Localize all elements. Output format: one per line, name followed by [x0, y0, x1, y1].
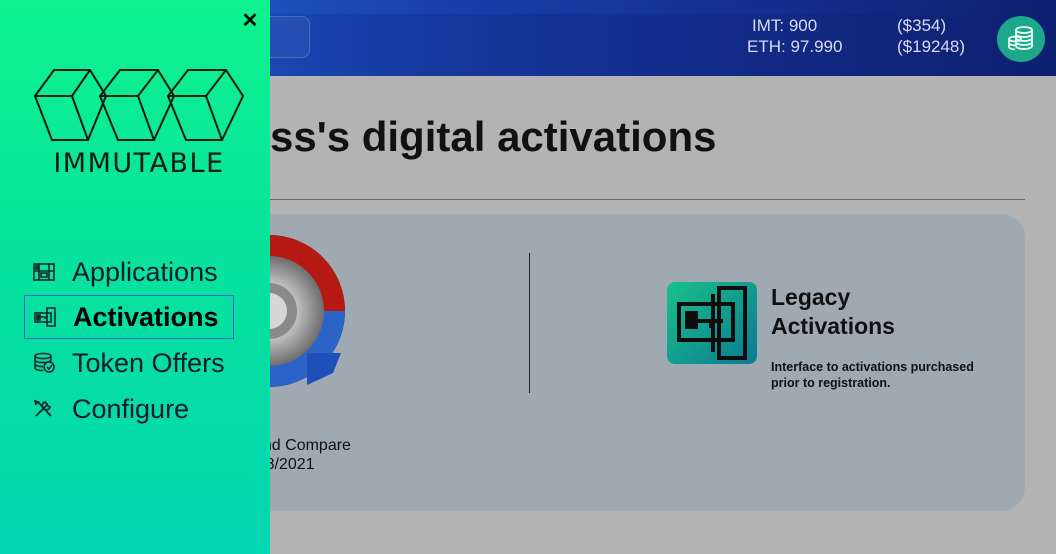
app-name: ond Compare [270, 437, 365, 455]
activations-icon [33, 305, 57, 329]
sidebar-item-applications[interactable]: Applications [24, 250, 234, 294]
sidebar-item-label: Configure [72, 393, 190, 424]
heading-divider [270, 199, 1025, 200]
legacy-activations-description: Interface to activations purchased prior… [771, 360, 974, 390]
coin-stack-icon [1008, 26, 1033, 51]
sidebar-item-configure[interactable]: Configure [24, 387, 234, 431]
imt-usd-value: ($354) [897, 16, 947, 35]
legacy-title-line2: Activations [771, 313, 895, 339]
token-offers-icon [32, 351, 56, 375]
eth-balance: ETH: 97.990 [747, 37, 843, 56]
configure-icon [32, 397, 56, 421]
legacy-title-line1: Legacy [771, 284, 851, 310]
app-expiry: es 4/28/2021 [270, 456, 365, 474]
wallet-button[interactable] [997, 16, 1045, 62]
close-icon[interactable]: ✕ [240, 10, 260, 32]
card-divider [529, 253, 530, 393]
applications-icon [32, 260, 56, 284]
eth-usd-value: ($19248) [897, 37, 966, 56]
legacy-activations-title[interactable]: Legacy Activations [771, 283, 895, 341]
sidebar-item-activations[interactable]: Activations [24, 295, 234, 339]
beyond-compare-icon [270, 235, 345, 387]
app-name-text: ond Compare [270, 437, 351, 454]
logo-text: IMMUTABLE [53, 148, 224, 178]
sidebar-item-label: Applications [72, 256, 218, 287]
sidebar-item-label: Activations [73, 301, 219, 332]
app-activation-tile[interactable] [270, 233, 382, 403]
imt-balance: IMT: 900 [752, 16, 818, 35]
sidebar-item-token-offers[interactable]: Token Offers [24, 341, 234, 385]
immutable-logo: IMMUTABLE [33, 69, 245, 178]
legacy-activations-button[interactable] [667, 282, 757, 364]
page-title: ss's digital activations [270, 113, 717, 160]
app-expiry-text: es 4/28/2021 [270, 456, 315, 473]
sidebar: ✕ IMMUTABLE Applications Activations Tok… [0, 0, 270, 554]
key-door-icon [677, 286, 747, 360]
sidebar-item-label: Token Offers [72, 347, 225, 378]
